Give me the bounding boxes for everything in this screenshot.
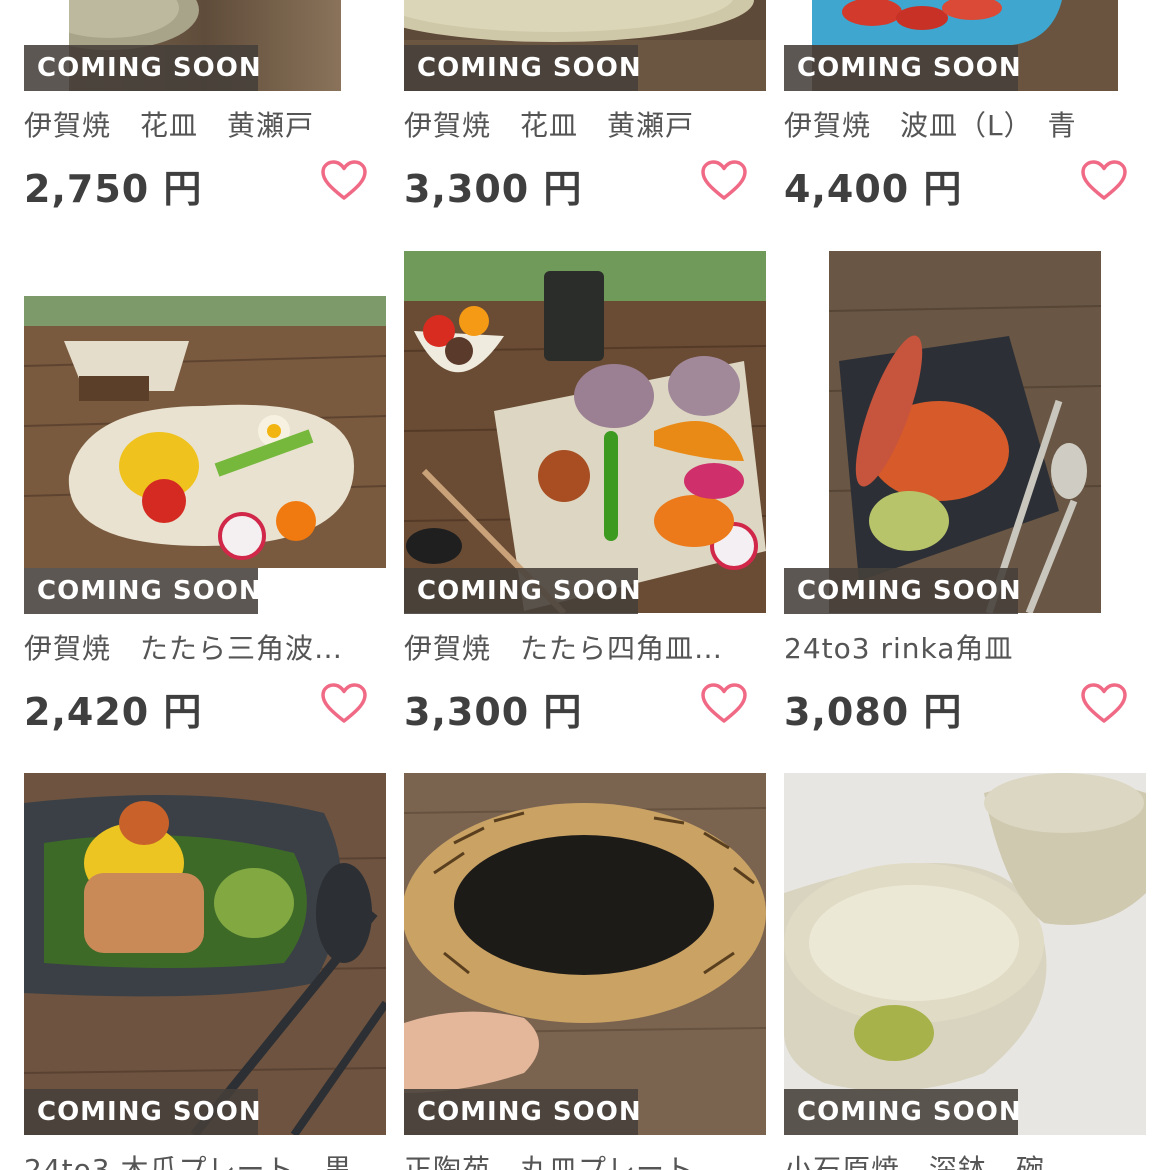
product-grid: COMING SOON 伊賀焼 花皿 黄瀬戸 2,750 円 COMING SO… (0, 0, 1170, 1170)
product-price: 3,300 円 (404, 167, 583, 211)
product-image[interactable] (404, 773, 766, 1135)
product-image[interactable] (24, 773, 386, 1135)
favorite-heart-icon[interactable] (1080, 159, 1128, 201)
coming-soon-badge: COMING SOON (404, 45, 641, 91)
coming-soon-badge: COMING SOON (24, 568, 261, 614)
product-title[interactable]: 伊賀焼 たたら四角皿… (404, 627, 754, 667)
product-title[interactable]: 伊賀焼 花皿 黄瀬戸 (24, 104, 374, 144)
product-image[interactable] (24, 296, 386, 568)
product-title[interactable]: 正陶苑 丸皿プレート… (404, 1148, 754, 1170)
favorite-heart-icon[interactable] (700, 682, 748, 724)
coming-soon-badge: COMING SOON (404, 568, 641, 614)
coming-soon-badge: COMING SOON (784, 568, 1021, 614)
product-title[interactable]: 伊賀焼 波皿（L） 青 (784, 104, 1134, 144)
product-price: 2,420 円 (24, 690, 203, 734)
favorite-heart-icon[interactable] (320, 682, 368, 724)
coming-soon-badge: COMING SOON (784, 1089, 1021, 1135)
product-image[interactable] (784, 773, 1146, 1135)
product-price: 4,400 円 (784, 167, 963, 211)
product-title[interactable]: 伊賀焼 花皿 黄瀬戸 (404, 104, 754, 144)
product-price: 2,750 円 (24, 167, 203, 211)
coming-soon-badge: COMING SOON (24, 45, 261, 91)
coming-soon-badge: COMING SOON (784, 45, 1021, 91)
coming-soon-badge: COMING SOON (24, 1089, 261, 1135)
favorite-heart-icon[interactable] (320, 159, 368, 201)
product-title[interactable]: 小石原焼 深鉢 碗… (784, 1148, 1134, 1170)
favorite-heart-icon[interactable] (1080, 682, 1128, 724)
coming-soon-badge: COMING SOON (404, 1089, 641, 1135)
product-image[interactable] (829, 251, 1101, 613)
product-price: 3,300 円 (404, 690, 583, 734)
product-price: 3,080 円 (784, 690, 963, 734)
product-title[interactable]: 24to3 木瓜プレート 黒 (24, 1148, 374, 1170)
favorite-heart-icon[interactable] (700, 159, 748, 201)
product-title[interactable]: 伊賀焼 たたら三角波… (24, 627, 374, 667)
product-title[interactable]: 24to3 rinka角皿 (784, 627, 1134, 667)
product-image[interactable] (404, 251, 766, 613)
